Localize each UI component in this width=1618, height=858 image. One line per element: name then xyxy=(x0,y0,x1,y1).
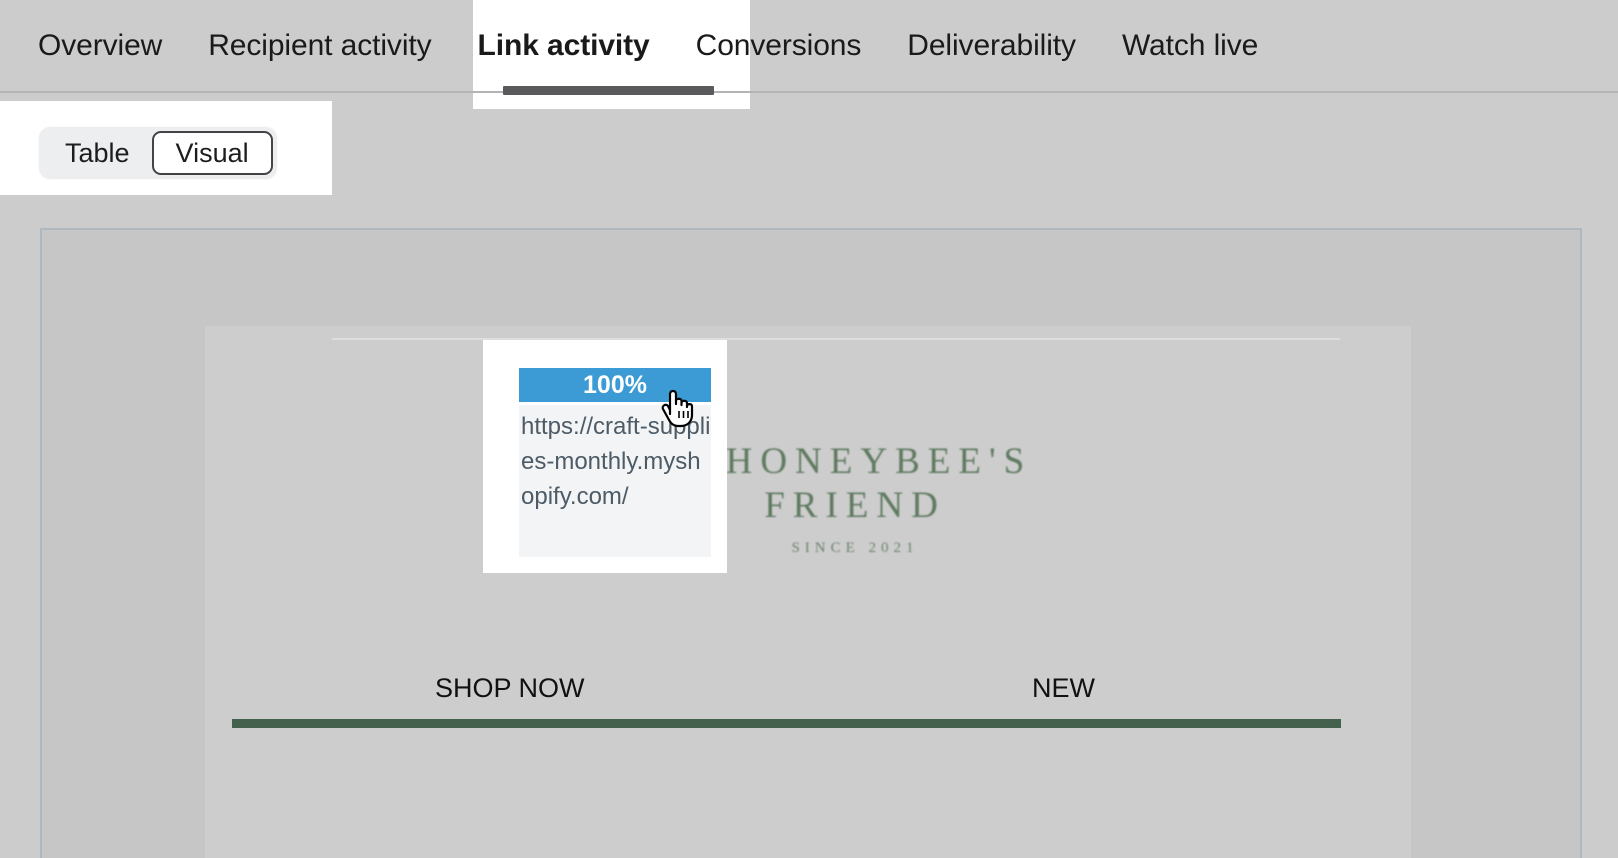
email-green-divider xyxy=(232,719,1341,728)
view-toggle-strip: Table Visual xyxy=(0,101,332,195)
view-toggle-table[interactable]: Table xyxy=(43,131,152,175)
tab-recipient-activity[interactable]: Recipient activity xyxy=(208,31,431,61)
view-toggle-visual[interactable]: Visual xyxy=(151,131,273,175)
tab-deliverability[interactable]: Deliverability xyxy=(907,31,1076,61)
email-link-shop-now[interactable]: SHOP NOW xyxy=(435,670,585,706)
email-preview-canvas[interactable] xyxy=(205,326,1411,858)
email-nav-bar: SHOP NOW NEW xyxy=(232,670,1342,710)
view-toggle-group: Table Visual xyxy=(39,127,277,179)
link-url-text: https://craft-supplies-monthly.myshopify… xyxy=(519,405,711,557)
tab-list: Overview Recipient activity Link activit… xyxy=(0,0,1258,92)
tab-watch-live[interactable]: Watch live xyxy=(1122,31,1258,61)
link-click-percentage-badge: 100% xyxy=(519,368,711,402)
email-link-new[interactable]: NEW xyxy=(1032,670,1095,706)
active-tab-indicator xyxy=(503,86,714,95)
tab-overview[interactable]: Overview xyxy=(38,31,162,61)
analytics-tab-bar: Overview Recipient activity Link activit… xyxy=(0,0,1618,109)
link-activity-tooltip: 100% https://craft-supplies-monthly.mysh… xyxy=(483,340,727,573)
tab-link-activity[interactable]: Link activity xyxy=(478,31,650,61)
tab-conversions[interactable]: Conversions xyxy=(696,31,862,61)
